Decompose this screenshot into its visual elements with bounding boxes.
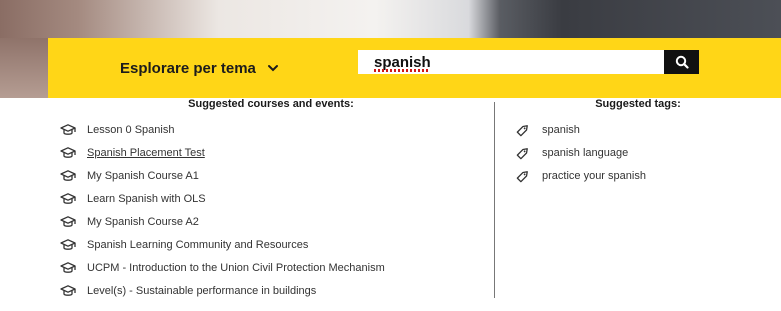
course-suggestion-item[interactable]: My Spanish Course A1 xyxy=(60,164,385,187)
course-suggestion-label: My Spanish Course A1 xyxy=(87,169,199,182)
graduation-cap-icon xyxy=(60,260,76,276)
course-suggestion-item[interactable]: Level(s) - Sustainable performance in bu… xyxy=(60,279,385,302)
course-suggestion-label: Level(s) - Sustainable performance in bu… xyxy=(87,284,317,297)
suggested-courses-list: Lesson 0 Spanish Spanish Placement Test My… xyxy=(60,118,385,302)
course-suggestion-item[interactable]: My Spanish Course A2 xyxy=(60,210,385,233)
graduation-cap-icon xyxy=(60,145,76,161)
hero-background-edge xyxy=(0,38,48,98)
graduation-cap-icon xyxy=(60,283,76,299)
graduation-cap-icon xyxy=(60,191,76,207)
course-suggestion-item[interactable]: UCPM - Introduction to the Union Civil P… xyxy=(60,256,385,279)
course-suggestion-label: UCPM - Introduction to the Union Civil P… xyxy=(87,261,385,274)
tag-suggestion-item[interactable]: practice your spanish xyxy=(515,164,646,187)
tag-icon xyxy=(515,122,531,138)
course-suggestion-item[interactable]: Spanish Placement Test xyxy=(60,141,385,164)
tag-icon xyxy=(515,145,531,161)
suggested-courses-column: Suggested courses and events: Lesson 0 S… xyxy=(48,98,494,308)
search-input[interactable] xyxy=(358,50,664,74)
course-suggestion-label: Learn Spanish with OLS xyxy=(87,192,206,205)
tag-suggestion-label: practice your spanish xyxy=(542,169,646,182)
graduation-cap-icon xyxy=(60,122,76,138)
graduation-cap-icon xyxy=(60,237,76,253)
suggested-tags-title: Suggested tags: xyxy=(595,98,681,110)
search-icon xyxy=(675,55,689,69)
tag-suggestion-item[interactable]: spanish xyxy=(515,118,646,141)
tag-suggestion-item[interactable]: spanish language xyxy=(515,141,646,164)
tag-suggestion-label: spanish xyxy=(542,123,580,136)
search-bar: Esplorare per tema xyxy=(48,38,781,98)
course-suggestion-label: My Spanish Course A2 xyxy=(87,215,199,228)
course-suggestion-label: Spanish Learning Community and Resources xyxy=(87,238,309,251)
hero-background-image xyxy=(0,0,781,38)
suggested-tags-column: Suggested tags: spanish spanish language p… xyxy=(495,98,781,308)
explore-by-topic-button[interactable]: Esplorare per tema xyxy=(120,56,280,80)
suggested-courses-title: Suggested courses and events: xyxy=(188,98,354,110)
course-suggestion-item[interactable]: Learn Spanish with OLS xyxy=(60,187,385,210)
tag-icon xyxy=(515,168,531,184)
explore-by-topic-label: Esplorare per tema xyxy=(120,59,256,77)
course-suggestion-label: Lesson 0 Spanish xyxy=(87,123,175,136)
suggestions-dropdown: Suggested courses and events: Lesson 0 S… xyxy=(48,98,781,311)
graduation-cap-icon xyxy=(60,214,76,230)
course-suggestion-item[interactable]: Lesson 0 Spanish xyxy=(60,118,385,141)
graduation-cap-icon xyxy=(60,168,76,184)
chevron-down-icon xyxy=(267,65,278,72)
tag-suggestion-label: spanish language xyxy=(542,146,629,159)
course-suggestion-label: Spanish Placement Test xyxy=(87,146,205,159)
search-button[interactable] xyxy=(664,50,699,74)
course-suggestion-item[interactable]: Spanish Learning Community and Resources xyxy=(60,233,385,256)
suggested-tags-list: spanish spanish language practice your spa… xyxy=(515,118,646,187)
